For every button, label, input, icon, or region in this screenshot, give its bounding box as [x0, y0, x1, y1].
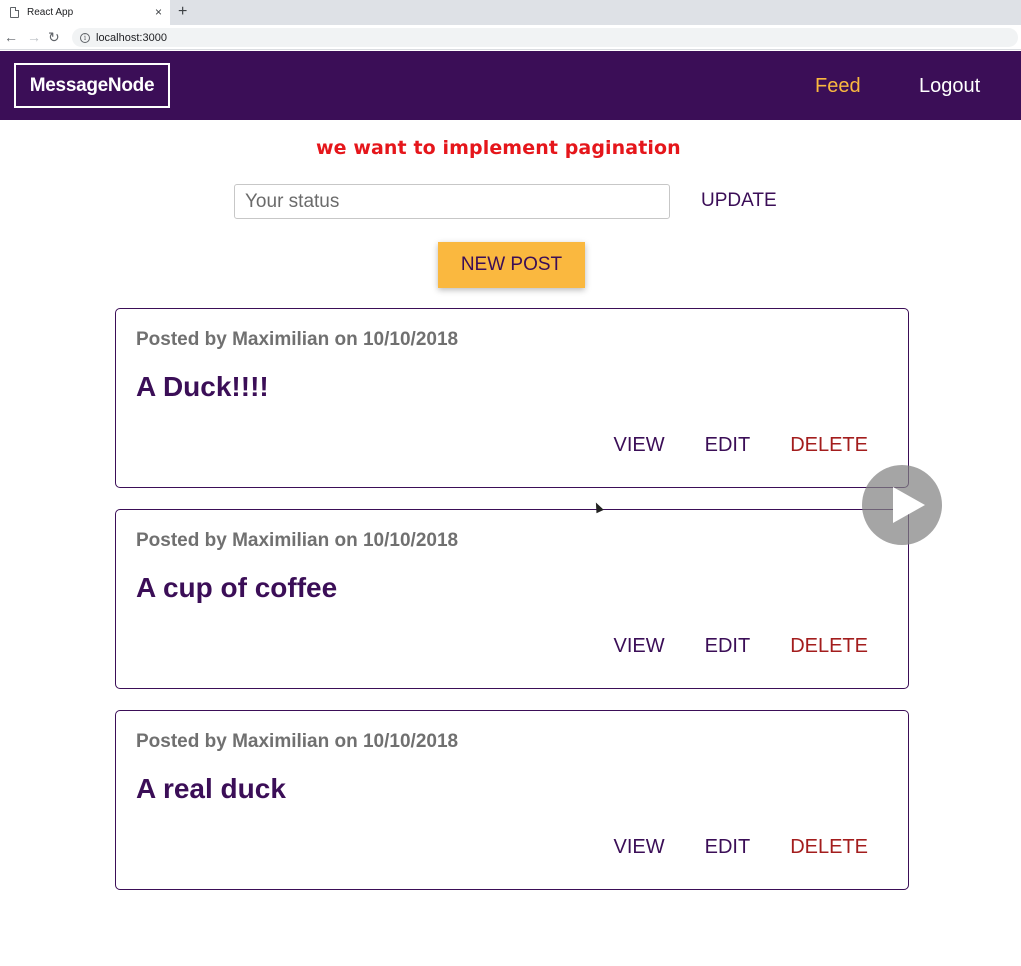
nav-logout-link[interactable]: Logout	[919, 75, 980, 98]
browser-tabstrip: React App × +	[0, 0, 1021, 25]
post-meta: Posted by Maximilian on 10/10/2018	[136, 530, 459, 551]
view-post-button[interactable]: VIEW	[614, 836, 665, 859]
new-post-button[interactable]: NEW POST	[438, 242, 585, 288]
post-meta: Posted by Maximilian on 10/10/2018	[136, 329, 459, 350]
tab-title: React App	[27, 7, 74, 18]
post-card: Posted by Maximilian on 10/10/2018 A Duc…	[115, 308, 909, 488]
forward-arrow-icon[interactable]: →	[27, 29, 41, 45]
browser-tab[interactable]: React App ×	[0, 0, 170, 25]
post-actions: VIEW EDIT DELETE	[614, 836, 869, 859]
post-title: A cup of coffee	[136, 572, 338, 603]
close-tab-icon[interactable]: ×	[155, 5, 162, 19]
status-input[interactable]	[234, 184, 670, 219]
browser-toolbar: ← → ↻ i localhost:3000	[0, 25, 1021, 50]
info-icon[interactable]: i	[80, 32, 90, 43]
view-post-button[interactable]: VIEW	[614, 434, 665, 457]
delete-post-button[interactable]: DELETE	[790, 434, 868, 457]
reload-icon[interactable]: ↻	[48, 29, 60, 45]
annotation-text: we want to implement pagination	[316, 137, 681, 159]
delete-post-button[interactable]: DELETE	[790, 836, 868, 859]
update-status-button[interactable]: UPDATE	[701, 190, 777, 212]
delete-post-button[interactable]: DELETE	[790, 635, 868, 658]
post-card: Posted by Maximilian on 10/10/2018 A rea…	[115, 710, 909, 890]
edit-post-button[interactable]: EDIT	[705, 434, 751, 457]
nav-feed-link[interactable]: Feed	[815, 75, 861, 98]
play-icon[interactable]	[862, 465, 942, 545]
app-header: MessageNode Feed Logout	[0, 51, 1021, 120]
edit-post-button[interactable]: EDIT	[705, 635, 751, 658]
logo[interactable]: MessageNode	[14, 63, 170, 108]
post-title: A real duck	[136, 773, 286, 804]
post-actions: VIEW EDIT DELETE	[614, 635, 869, 658]
post-title: A Duck!!!!	[136, 371, 269, 402]
post-meta: Posted by Maximilian on 10/10/2018	[136, 731, 459, 752]
back-arrow-icon[interactable]: ←	[4, 29, 18, 45]
new-tab-icon[interactable]: +	[178, 3, 187, 21]
post-card: Posted by Maximilian on 10/10/2018 A cup…	[115, 509, 909, 689]
url-text[interactable]: localhost:3000	[96, 32, 167, 44]
view-post-button[interactable]: VIEW	[614, 635, 665, 658]
post-actions: VIEW EDIT DELETE	[614, 434, 869, 457]
edit-post-button[interactable]: EDIT	[705, 836, 751, 859]
document-icon	[10, 7, 19, 18]
address-bar[interactable]: i localhost:3000	[72, 28, 1018, 47]
